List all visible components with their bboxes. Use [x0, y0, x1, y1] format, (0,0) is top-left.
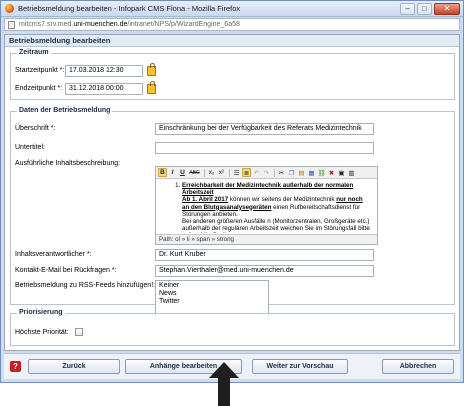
editor-date-text: Ab 1. Abril 2017 — [182, 196, 229, 204]
close-icon[interactable]: ✕ — [434, 2, 460, 15]
bold-button[interactable]: B — [158, 168, 167, 177]
subscript-button[interactable]: x₂ — [207, 168, 216, 177]
lock-icon[interactable] — [147, 81, 156, 94]
toolbar-separator — [274, 168, 275, 177]
email-field[interactable]: Stephan.Vierthaler@med.uni-muenchen.de — [155, 265, 374, 277]
page-title: Betriebsmeldung bearbeiten — [5, 35, 459, 47]
cut-icon[interactable]: ✂ — [277, 168, 286, 177]
untertitel-field[interactable] — [155, 142, 374, 154]
browser-window: Betriebsmeldung bearbeiten - Infopark CM… — [0, 0, 464, 383]
priorisierung-group: Priorisierung Höchste Priorität: — [10, 309, 455, 346]
daten-legend: Daten der Betriebsmeldung — [17, 107, 113, 114]
rich-text-editor[interactable]: B I U ABC x₂ x² ☰ ≣ ↶ ↷ ✂ ❐ ▤ ▦ ⛓ ✖ ▣ ▥ … — [155, 166, 378, 245]
superscript-button[interactable]: x² — [217, 168, 226, 177]
cancel-button[interactable]: Abbrechen — [382, 359, 454, 374]
link-icon[interactable]: ⛓ — [317, 168, 326, 177]
toolbar-separator — [229, 168, 230, 177]
untertitel-label: Untertitel: — [15, 144, 45, 151]
end-label: Endzeitpunkt *: — [15, 85, 63, 92]
title-bar: Betriebsmeldung bearbeiten - Infopark CM… — [1, 1, 463, 17]
rss-option[interactable]: Twitter — [159, 298, 265, 306]
editor-path-bar: Path: ol » li » span » strong — [156, 234, 377, 244]
preview-button[interactable]: Weiter zur Vorschau — [252, 359, 348, 374]
back-button[interactable]: Zurück — [28, 359, 120, 374]
help-icon[interactable]: ? — [10, 361, 21, 372]
copy-icon[interactable]: ❐ — [287, 168, 296, 177]
table-icon[interactable]: ▥ — [347, 168, 356, 177]
editor-toolbar: B I U ABC x₂ x² ☰ ≣ ↶ ↷ ✂ ❐ ▤ ▦ ⛓ ✖ ▣ ▥ — [156, 167, 377, 179]
bullet-list-icon[interactable]: ☰ — [232, 168, 241, 177]
end-date-field[interactable]: 31.12.2018 00:00 — [65, 83, 143, 95]
start-date-field[interactable]: 17.03.2018 12:30 — [65, 65, 143, 77]
paste-icon[interactable]: ▤ — [297, 168, 306, 177]
editor-content[interactable]: Erreichbarkeit der Medizintechnik außerh… — [156, 179, 377, 233]
unlink-icon[interactable]: ✖ — [327, 168, 336, 177]
numbered-list-icon[interactable]: ≣ — [242, 168, 251, 177]
beschreibung-label: Ausführliche Inhaltsbeschreibung: — [15, 160, 121, 167]
paste-word-icon[interactable]: ▦ — [307, 168, 316, 177]
editor-text: Bei anderen größeren Ausfälle n (Monitor… — [182, 218, 370, 233]
redo-icon[interactable]: ↷ — [262, 168, 271, 177]
ueberschrift-field[interactable]: Einschränkung bei der Verfügbarkeit des … — [155, 123, 374, 135]
dialog-content: Betriebsmeldung bearbeiten Zeitraum Star… — [4, 34, 460, 351]
verantwortlich-label: Inhaltsverantwortlicher *: — [15, 251, 92, 258]
strikethrough-button[interactable]: ABC — [188, 168, 201, 177]
toolbar-separator — [204, 168, 205, 177]
firefox-icon — [5, 4, 14, 13]
window-title: Betriebsmeldung bearbeiten - Infopark CM… — [18, 4, 241, 13]
editor-heading-text: Erreichbarkeit der Medizintechnik außerh… — [182, 182, 354, 197]
editor-text: können wir seitens der Medizintechnik — [228, 196, 337, 204]
rss-label: Betriebsmeldung zu RSS-Feeds hinzufügen!… — [15, 282, 156, 289]
verantwortlich-field[interactable]: Dr. Kurt Kruber — [155, 249, 374, 261]
rss-option[interactable]: News — [159, 290, 265, 298]
zeitraum-group: Zeitraum Startzeitpunkt *: 17.03.2018 12… — [10, 49, 455, 100]
start-label: Startzeitpunkt *: — [15, 67, 65, 74]
undo-icon[interactable]: ↶ — [252, 168, 261, 177]
maximize-icon[interactable]: □ — [417, 2, 432, 15]
minimize-icon[interactable]: – — [400, 2, 415, 15]
hoechste-prioritaet-label: Höchste Priorität: — [15, 329, 69, 336]
priorisierung-legend: Priorisierung — [17, 309, 65, 316]
underline-button[interactable]: U — [178, 168, 187, 177]
up-arrow-icon — [209, 362, 239, 406]
address-bar[interactable]: mitcms7.srv.med.uni-muenchen.de/intranet… — [4, 18, 460, 31]
daten-group: Daten der Betriebsmeldung Überschrift *:… — [10, 107, 455, 318]
rss-option[interactable]: Keiner — [159, 282, 265, 290]
page-icon — [8, 20, 15, 29]
italic-button[interactable]: I — [168, 168, 177, 177]
ueberschrift-label: Überschrift *: — [15, 125, 56, 132]
lock-icon[interactable] — [147, 63, 156, 76]
email-label: Kontakt-E-Mail bei Rückfragen *: — [15, 267, 117, 274]
zeitraum-legend: Zeitraum — [17, 49, 51, 56]
url-text[interactable]: mitcms7.srv.med.uni-muenchen.de/intranet… — [19, 21, 240, 28]
image-icon[interactable]: ▣ — [337, 168, 346, 177]
hoechste-prioritaet-checkbox[interactable] — [75, 328, 83, 336]
